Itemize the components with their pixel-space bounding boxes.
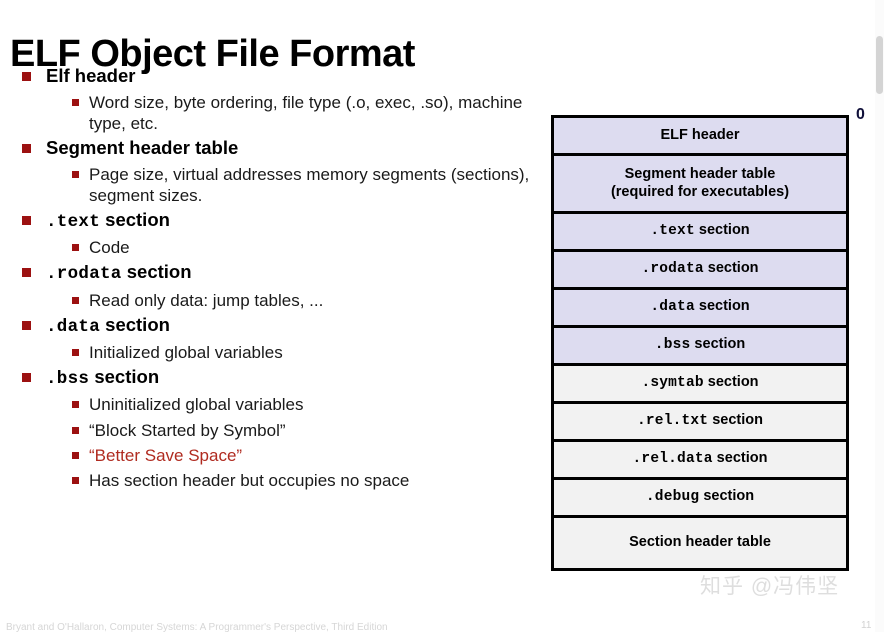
bullet-label: section	[100, 208, 170, 230]
diagram-box: .rel.data section	[551, 439, 849, 477]
slide-canvas: ELF Object File Format Elf header Word si…	[0, 0, 884, 632]
diagram-box-label: section	[690, 336, 746, 353]
bullet-square-icon	[22, 143, 31, 153]
bullet-square-icon	[22, 320, 31, 330]
diagram-box: ELF header	[551, 115, 849, 153]
bullet-item-primary: .bss section	[10, 365, 540, 390]
bullet-label: section	[89, 366, 160, 388]
diagram-mono-token: .rel.txt	[636, 413, 709, 430]
bullet-label: “Better Save Space”	[89, 445, 243, 465]
diagram-box-label: section	[708, 412, 763, 429]
diagram-box-content: Segment header table (required for execut…	[611, 166, 789, 201]
bullet-label: Segment header table	[46, 136, 239, 158]
diagram-box-content: ELF header	[661, 127, 740, 145]
scrollbar-thumb[interactable]	[876, 36, 883, 94]
bullet-square-icon	[72, 98, 79, 106]
bullet-square-icon	[72, 426, 79, 434]
bullet-label: Elf header	[46, 65, 136, 86]
diagram-box-label: section	[712, 450, 768, 467]
bullet-square-icon	[72, 348, 79, 356]
bullet-square-icon	[22, 268, 31, 278]
bullet-square-icon	[22, 373, 31, 383]
bullet-square-icon	[72, 244, 79, 252]
bullet-label: section	[121, 261, 192, 283]
diagram-box-content: .rodata section	[641, 260, 758, 279]
bullet-item-secondary: “Block Started by Symbol”	[10, 420, 540, 441]
bullet-label: Uninitialized global variables	[89, 395, 304, 415]
bullet-square-icon	[22, 72, 31, 81]
elf-layout-diagram: ELF header Segment header table (required …	[551, 115, 849, 571]
bullet-item-secondary: Word size, byte ordering, file type (.o,…	[10, 92, 540, 134]
diagram-mono-token: .debug	[645, 489, 700, 506]
diagram-box-label: section	[703, 260, 759, 277]
bullet-square-icon	[72, 476, 79, 484]
bullet-label: Initialized global variables	[89, 342, 283, 362]
diagram-box: .rel.txt section	[551, 401, 849, 439]
bullet-list: Elf header Word size, byte ordering, file…	[10, 62, 540, 491]
diagram-box-content: .symtab section	[641, 374, 758, 393]
bullet-mono-token: .rodata	[46, 264, 122, 285]
bullet-square-icon	[72, 401, 79, 409]
diagram-mono-token: .data	[650, 299, 695, 316]
diagram-box-content: .text section	[650, 222, 749, 241]
diagram-box-label: section	[694, 298, 750, 315]
bullet-mono-token: .bss	[46, 369, 90, 390]
diagram-mono-token: .rel.data	[632, 451, 713, 468]
diagram-mono-token: .symtab	[641, 375, 704, 392]
diagram-box-label: ELF header	[660, 126, 740, 143]
page-number: 11	[861, 620, 872, 631]
diagram-box-content: Section header table	[629, 534, 771, 552]
diagram-mono-token: .rodata	[641, 261, 704, 278]
bullet-label: “Block Started by Symbol”	[89, 420, 286, 440]
diagram-box: .text section	[551, 211, 849, 249]
bullet-item-primary: Segment header table	[10, 136, 540, 160]
diagram-box: .debug section	[551, 477, 849, 515]
diagram-box-label: Section header table	[629, 534, 771, 551]
bullet-item-secondary: Page size, virtual addresses memory segm…	[10, 164, 540, 206]
bullet-label: Code	[89, 238, 130, 258]
bullet-square-icon	[72, 451, 79, 459]
bullet-item-secondary: Has section header but occupies no space	[10, 470, 540, 491]
diagram-box: Section header table	[551, 515, 849, 571]
diagram-mono-token: .text	[650, 223, 695, 240]
footer-citation: Bryant and O'Hallaron, Computer Systems:…	[6, 622, 388, 632]
diagram-box-label: Segment header table (required for execut…	[610, 165, 790, 200]
bullet-label: Page size, virtual addresses memory segm…	[89, 164, 530, 205]
diagram-box: .bss section	[551, 325, 849, 363]
diagram-box-content: .debug section	[646, 488, 754, 507]
bullet-square-icon	[22, 215, 31, 225]
bullet-item-primary: Elf header	[10, 64, 540, 88]
bullet-item-primary: .text section	[10, 208, 540, 233]
diagram-box-content: .bss section	[655, 336, 745, 355]
offset-zero-label: 0	[856, 106, 865, 123]
bullet-item-secondary: Initialized global variables	[10, 342, 540, 363]
zhihu-watermark: 知乎 @冯伟坚	[700, 575, 840, 598]
scrollbar-track[interactable]	[875, 0, 884, 632]
diagram-box-label: section	[699, 488, 755, 505]
diagram-box: .data section	[551, 287, 849, 325]
bullet-mono-token: .text	[46, 211, 101, 232]
bullet-item-secondary: “Better Save Space”	[10, 445, 540, 466]
bullet-item-primary: .rodata section	[10, 260, 540, 285]
bullet-label: section	[100, 313, 170, 335]
bullet-item-secondary: Code	[10, 237, 540, 258]
diagram-box-label: section	[694, 222, 750, 239]
bullet-label: Read only data: jump tables, ...	[89, 290, 324, 310]
diagram-box: .rodata section	[551, 249, 849, 287]
diagram-box: .symtab section	[551, 363, 849, 401]
bullet-square-icon	[72, 170, 79, 178]
diagram-box: Segment header table (required for execut…	[551, 153, 849, 211]
diagram-box-content: .rel.data section	[633, 450, 768, 469]
bullet-label: Has section header but occupies no space	[89, 470, 410, 490]
bullet-item-secondary: Read only data: jump tables, ...	[10, 290, 540, 311]
diagram-box-label: section	[703, 374, 759, 391]
bullet-item-secondary: Uninitialized global variables	[10, 394, 540, 415]
diagram-box-content: .rel.txt section	[637, 412, 763, 431]
bullet-label: Word size, byte ordering, file type (.o,…	[89, 92, 523, 133]
bullet-square-icon	[72, 296, 79, 304]
diagram-mono-token: .bss	[654, 337, 691, 354]
bullet-mono-token: .data	[46, 316, 101, 337]
diagram-box-content: .data section	[650, 298, 749, 317]
bullet-item-primary: .data section	[10, 313, 540, 338]
